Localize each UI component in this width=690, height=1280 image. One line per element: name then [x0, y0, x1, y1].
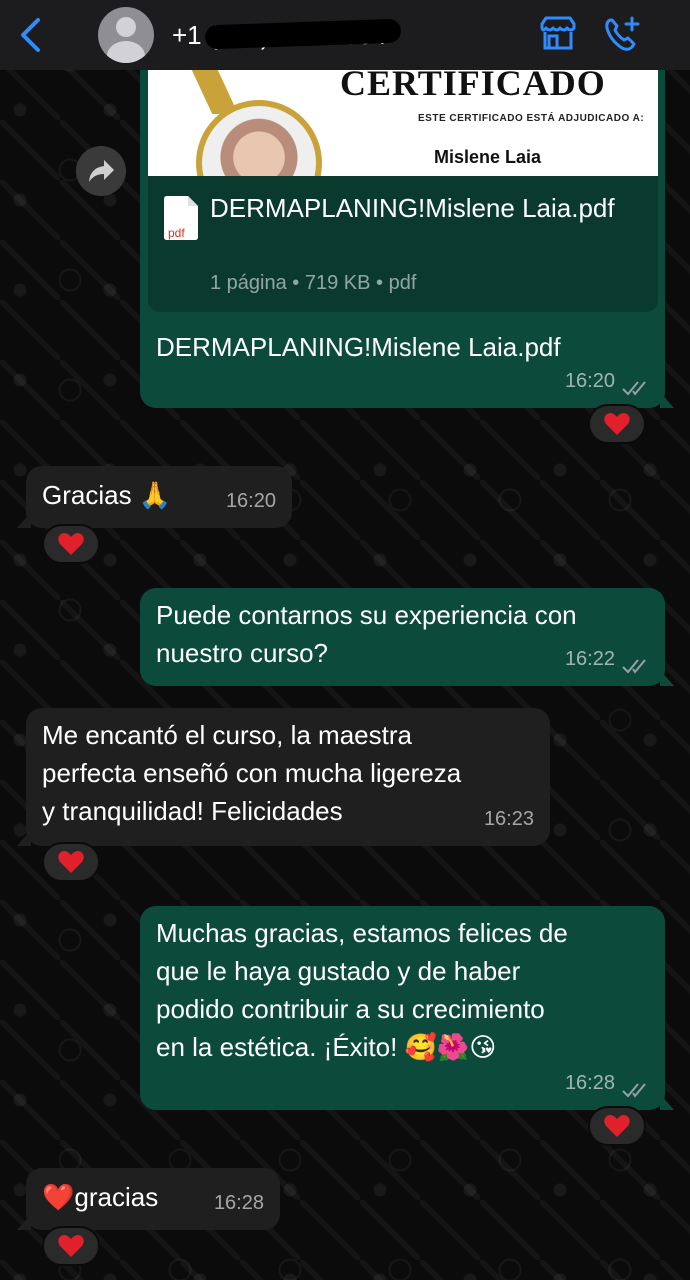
avatar-body [107, 41, 145, 63]
message-text: ❤️gracias [42, 1182, 159, 1212]
add-call-button[interactable] [602, 14, 642, 54]
message-text: Puede contarnos su experiencia con nuest… [156, 600, 577, 668]
message-incoming[interactable]: Gracias 🙏 16:20 [17, 466, 292, 528]
message-time: 16:20 [564, 370, 615, 392]
storefront-icon [540, 16, 576, 50]
heart-icon [58, 1235, 84, 1257]
message-time: 16:22 [564, 648, 615, 670]
message-time: 16:23 [483, 808, 534, 830]
reaction-heart[interactable] [588, 1106, 646, 1146]
message-text: Me encantó el curso, la maestra perfecta… [42, 720, 462, 826]
read-ticks-icon [622, 659, 646, 674]
certificate-title: CERTIFICADO [340, 70, 606, 103]
certificate-recipient: Mislene Laia [434, 147, 542, 167]
message-time: 16:28 [564, 1072, 615, 1094]
chat-header: +1 (774) 210-4504 [0, 0, 690, 70]
message-text: Muchas gracias, estamos felices de que l… [156, 918, 568, 1062]
message-outgoing[interactable]: Muchas gracias, estamos felices de que l… [140, 906, 674, 1110]
document-caption: DERMAPLANING!Mislene Laia.pdf [156, 332, 561, 362]
heart-icon [604, 1115, 630, 1137]
read-ticks-icon [622, 381, 646, 396]
reaction-heart[interactable] [42, 1226, 100, 1266]
chevron-left-icon [21, 18, 40, 52]
file-card[interactable]: pdf DERMAPLANING!Mislene Laia.pdf 1 pági… [148, 176, 658, 312]
certificate-subtitle: ESTE CERTIFICADO ESTÁ ADJUDICADO A: [418, 113, 645, 124]
message-incoming[interactable]: ❤️gracias 16:28 [17, 1168, 280, 1230]
avatar-head [116, 17, 136, 37]
message-document[interactable]: CERTIFICADO ESTE CERTIFICADO ESTÁ ADJUDI… [140, 70, 674, 408]
heart-icon [58, 851, 84, 873]
forward-icon [89, 160, 114, 182]
back-button[interactable] [16, 16, 46, 54]
reaction-heart[interactable] [588, 404, 646, 444]
pdf-badge: pdf [168, 226, 185, 240]
document-preview[interactable]: CERTIFICADO ESTE CERTIFICADO ESTÁ ADJUDI… [148, 70, 658, 176]
file-name: DERMAPLANING!Mislene Laia.pdf [210, 193, 615, 223]
message-time: 16:28 [213, 1192, 264, 1214]
message-outgoing[interactable]: Puede contarnos su experiencia con nuest… [140, 588, 674, 686]
reaction-heart[interactable] [42, 842, 100, 882]
message-text: Gracias 🙏 [42, 480, 172, 510]
reaction-heart[interactable] [42, 524, 100, 564]
message-incoming[interactable]: Me encantó el curso, la maestra perfecta… [17, 708, 550, 846]
read-ticks-icon [622, 1083, 646, 1098]
forward-button[interactable] [76, 146, 126, 196]
add-call-icon [605, 16, 640, 51]
heart-icon [604, 413, 630, 435]
contact-avatar[interactable] [98, 7, 154, 63]
catalog-button[interactable] [538, 14, 578, 54]
file-meta: 1 página • 719 KB • pdf [210, 272, 417, 294]
heart-icon [58, 533, 84, 555]
message-time: 16:20 [225, 490, 276, 512]
